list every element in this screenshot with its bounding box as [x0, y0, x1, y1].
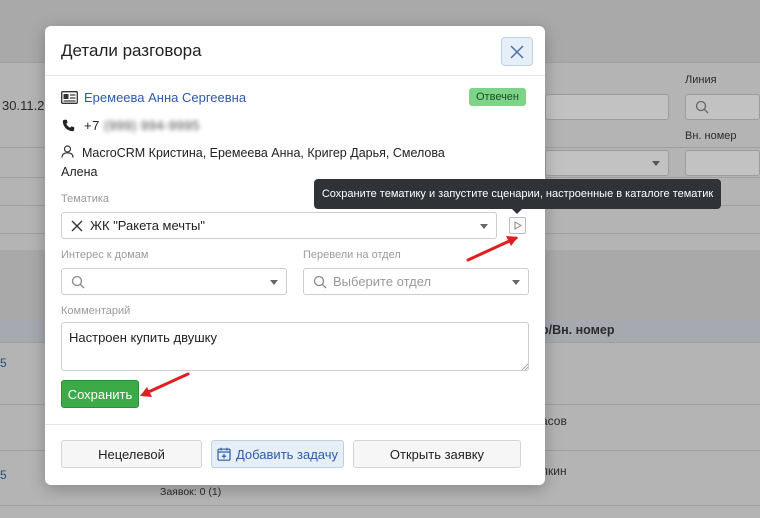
interest-label: Интерес к домам [61, 249, 149, 261]
tooltip-text: Сохраните тематику и запустите сценарии,… [321, 188, 714, 200]
annotation-arrow-icon [466, 236, 518, 262]
annotation-arrow-icon [140, 372, 190, 397]
participants-row: MacroCRM Кристина, Еремеева Анна, Кригер… [61, 144, 471, 182]
add-task-button[interactable]: Добавить задачу [211, 440, 344, 468]
add-task-label: Добавить задачу [235, 446, 339, 462]
search-icon [695, 100, 709, 114]
background-field[interactable] [545, 94, 669, 120]
topic-select[interactable]: ЖК "Ракета мечты" [61, 212, 497, 239]
background-row-number[interactable]: 5 [0, 468, 7, 482]
open-request-button[interactable]: Открыть заявку [353, 440, 521, 468]
close-button[interactable] [501, 37, 533, 66]
tooltip-arrow [512, 209, 522, 214]
background-ext-field[interactable] [685, 150, 760, 176]
background-line-label: Линия [685, 74, 717, 86]
contact-name-link[interactable]: Еремеева Анна Сергеевна [84, 90, 246, 105]
search-icon [313, 275, 327, 288]
background-ext-label: Вн. номер [685, 130, 737, 142]
phone-number[interactable]: +7 (999) 994-9995 [84, 118, 200, 133]
chevron-down-icon [652, 161, 660, 166]
department-select[interactable]: Выберите отдел [303, 268, 529, 295]
background-line-field[interactable] [685, 94, 760, 120]
topic-value: ЖК "Ракета мечты" [90, 218, 205, 233]
background-divider [0, 505, 760, 506]
clear-icon[interactable] [71, 220, 83, 232]
resize-handle-icon[interactable] [522, 364, 528, 370]
close-icon [510, 44, 524, 59]
contact-row: Еремеева Анна Сергеевна [61, 90, 246, 105]
phone-masked: (999) 994-9995 [103, 118, 200, 133]
comment-textarea[interactable]: Настроен купить двушку [61, 322, 529, 371]
footer-divider [45, 424, 545, 425]
department-placeholder: Выберите отдел [333, 274, 432, 289]
id-card-icon [61, 91, 78, 104]
department-label: Перевели на отдел [303, 249, 401, 261]
status-badge: Отвечен [469, 88, 526, 106]
background-select[interactable] [545, 150, 669, 176]
not-target-button[interactable]: Нецелевой [61, 440, 202, 468]
comment-label: Комментарий [61, 305, 131, 317]
topic-label: Тематика [61, 193, 110, 205]
calendar-add-icon [217, 447, 231, 461]
background-column-header: о/Вн. номер [541, 323, 615, 337]
phone-prefix: +7 [84, 118, 100, 133]
phone-row: +7 (999) 994-9995 [62, 118, 200, 133]
participants-list: MacroCRM Кристина, Еремеева Анна, Кригер… [61, 146, 445, 179]
modal-header: Детали разговора [45, 26, 545, 76]
phone-icon [62, 119, 75, 132]
modal-title: Детали разговора [61, 41, 202, 60]
run-scenarios-tooltip: Сохраните тематику и запустите сценарии,… [314, 179, 721, 214]
background-row-number[interactable]: 5 [0, 356, 7, 370]
chevron-down-icon [270, 280, 278, 285]
user-icon [61, 145, 74, 158]
background-orders: Заявок: 0 (1) [160, 486, 222, 498]
search-icon [71, 275, 85, 288]
save-button[interactable]: Сохранить [61, 380, 139, 408]
chevron-down-icon [512, 280, 520, 285]
interest-select[interactable] [61, 268, 287, 295]
